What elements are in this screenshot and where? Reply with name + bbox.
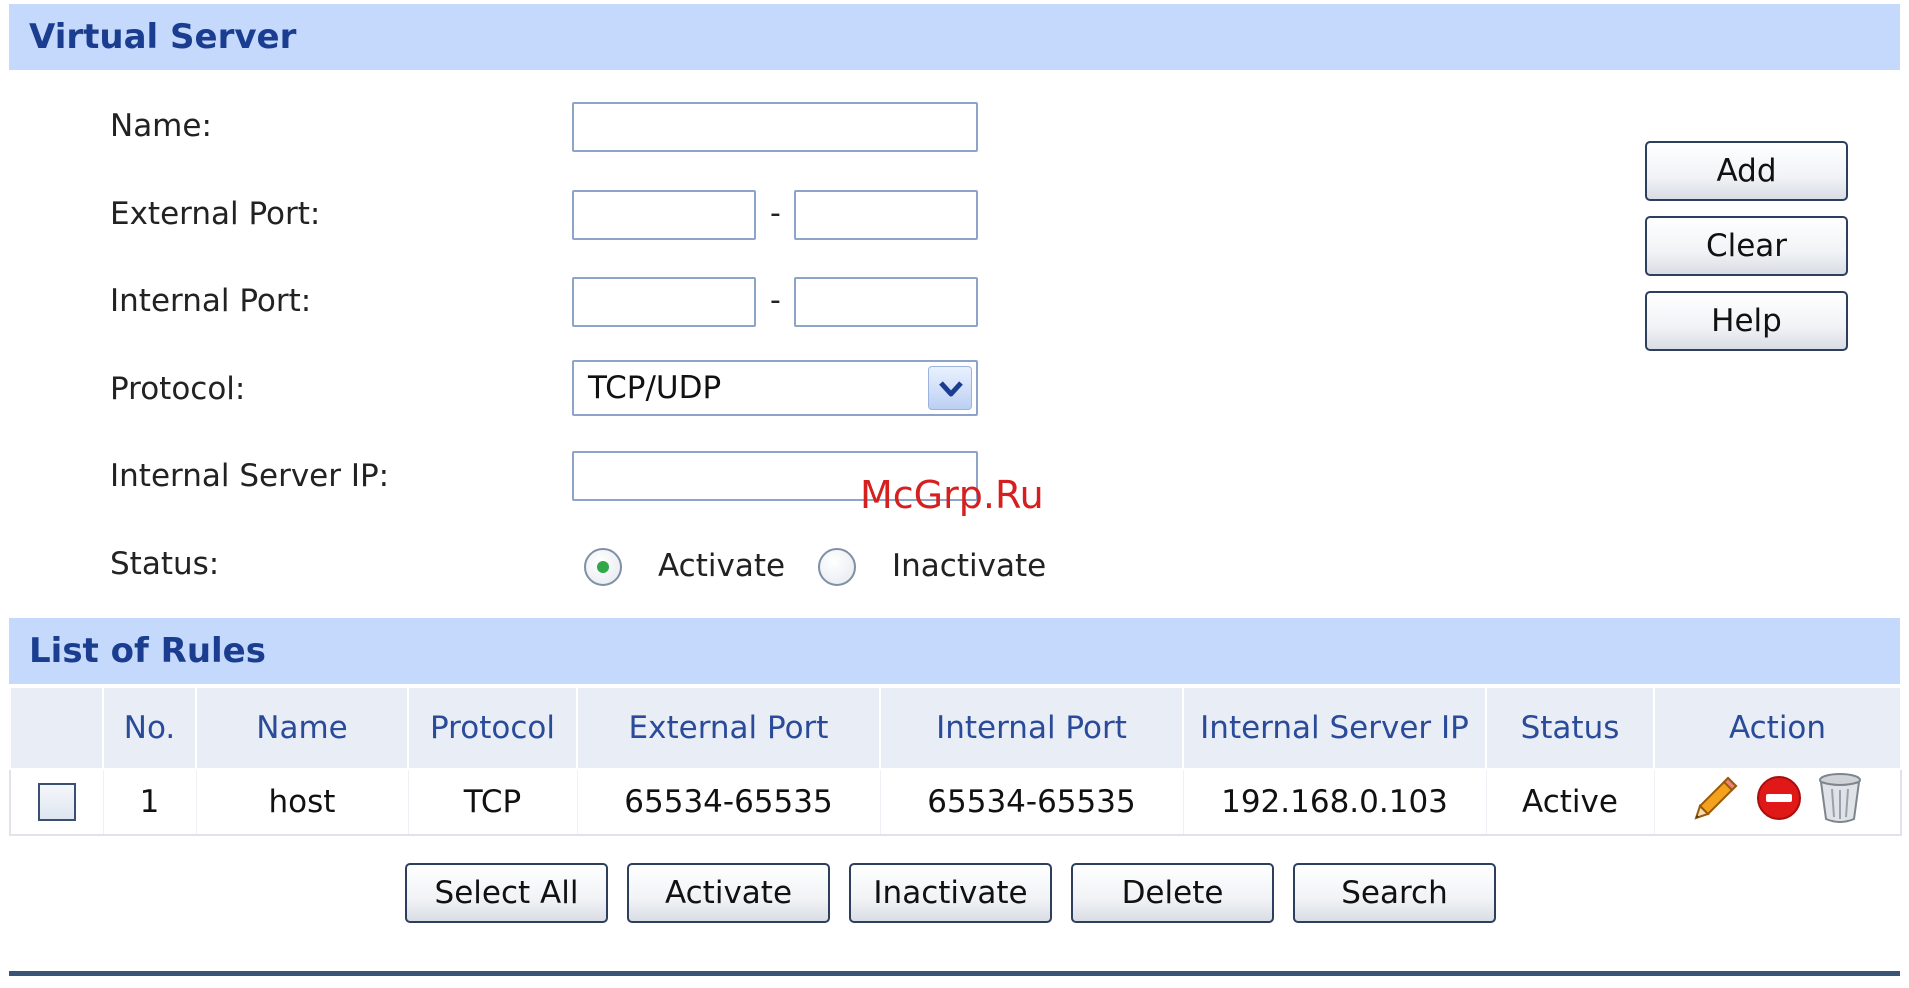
external-port-separator: - [770,196,781,231]
help-button[interactable]: Help [1645,291,1848,351]
inactivate-button[interactable]: Inactivate [849,863,1052,923]
name-input[interactable] [572,102,978,152]
activate-button[interactable]: Activate [627,863,830,923]
stop-icon[interactable] [1754,773,1804,831]
virtual-server-title: Virtual Server [29,17,297,57]
table-row: 1 host TCP 65534-65535 65534-65535 192.1… [9,769,1902,836]
row-internal-server-ip: 192.168.0.103 [1182,769,1486,836]
status-label: Status: [110,546,220,582]
protocol-select[interactable]: TCP/UDP [572,360,978,416]
row-no: 1 [102,769,196,836]
status-activate-radio[interactable] [584,548,622,586]
protocol-label: Protocol: [110,371,246,407]
watermark-text: McGrp.Ru [860,473,1044,517]
rules-table: No. Name Protocol External Port Internal… [9,686,1902,836]
row-protocol: TCP [407,769,577,836]
internal-port-from-input[interactable] [572,277,756,327]
internal-port-to-input[interactable] [794,277,978,327]
external-port-to-input[interactable] [794,190,978,240]
column-header-select [9,686,104,770]
row-external-port: 65534-65535 [576,769,880,836]
name-label: Name: [110,108,212,144]
pencil-icon[interactable] [1690,772,1742,832]
row-name: host [195,769,408,836]
clear-button[interactable]: Clear [1645,216,1848,276]
search-button[interactable]: Search [1293,863,1496,923]
column-header-internal-port: Internal Port [879,686,1184,770]
list-of-rules-header: List of Rules [9,618,1900,684]
row-internal-port: 65534-65535 [879,769,1183,836]
row-action-cell [1653,769,1902,836]
row-select-cell [9,769,103,836]
chevron-down-icon[interactable] [928,366,972,410]
external-port-from-input[interactable] [572,190,756,240]
column-header-status: Status [1485,686,1655,770]
internal-port-separator: - [770,283,781,318]
radio-selected-dot [597,561,609,573]
row-status: Active [1485,769,1654,836]
internal-port-label: Internal Port: [110,283,312,319]
add-button[interactable]: Add [1645,141,1848,201]
internal-server-ip-label: Internal Server IP: [110,458,390,494]
delete-button[interactable]: Delete [1071,863,1274,923]
column-header-no: No. [102,686,197,770]
virtual-server-header: Virtual Server [9,4,1900,70]
select-all-button[interactable]: Select All [405,863,608,923]
trash-icon[interactable] [1816,771,1864,833]
column-header-external-port: External Port [576,686,881,770]
table-header-row: No. Name Protocol External Port Internal… [9,686,1902,770]
external-port-label: External Port: [110,196,321,232]
list-of-rules-title: List of Rules [29,631,266,671]
bottom-divider [9,971,1900,976]
status-inactivate-radio[interactable] [818,548,856,586]
status-activate-label: Activate [658,548,786,584]
status-inactivate-label: Inactivate [892,548,1047,584]
column-header-name: Name [195,686,409,770]
protocol-selected-value: TCP/UDP [588,370,722,406]
column-header-action: Action [1653,686,1902,770]
column-header-internal-server-ip: Internal Server IP [1182,686,1487,770]
row-checkbox[interactable] [37,783,76,822]
column-header-protocol: Protocol [407,686,578,770]
